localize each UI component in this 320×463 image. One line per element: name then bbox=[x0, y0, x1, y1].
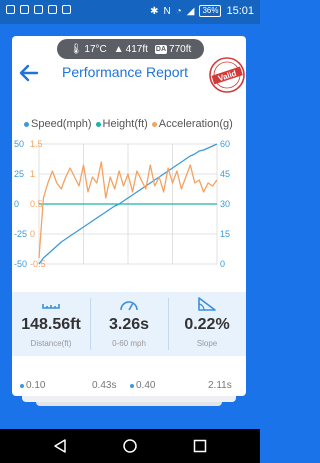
legend-acceleration: Acceleration(g) bbox=[151, 118, 233, 130]
split-value: 0.40 bbox=[136, 380, 156, 390]
distance-icon bbox=[42, 304, 60, 309]
chart-legend: Speed(mph) Height(ft) Acceleration(g) bbox=[24, 118, 237, 130]
speed-dot-icon bbox=[24, 121, 29, 127]
battery-indicator: 36% bbox=[199, 5, 222, 17]
stat-slope-label: Slope bbox=[196, 339, 218, 348]
signal-icon: ◢ bbox=[186, 5, 195, 17]
legend-acceleration-label: Acceleration(g) bbox=[158, 118, 233, 130]
height-dot-icon bbox=[95, 121, 101, 127]
back-arrow-icon[interactable] bbox=[18, 62, 40, 84]
split-dot-icon bbox=[130, 383, 134, 388]
left-secondary-tick-label: -0.5 bbox=[30, 259, 46, 269]
thermometer-icon: 🌡 bbox=[69, 43, 83, 55]
stat-zero-to-sixty: 3.26s 0-60 mph bbox=[90, 292, 168, 356]
left-tick-label: -50 bbox=[14, 259, 27, 269]
left-tick-label: 0 bbox=[14, 199, 19, 209]
valid-seal-icon: Valid bbox=[209, 57, 245, 93]
page-title: Performance Report bbox=[62, 64, 189, 80]
image-icon bbox=[20, 5, 29, 14]
split-times-row: 0.10 0.43s 0.40 2.11s bbox=[12, 356, 246, 390]
right-tick-label: 15 bbox=[220, 229, 230, 239]
temperature-value: 17°C bbox=[84, 43, 107, 55]
stat-distance: 148.56ft Distance(ft) bbox=[12, 292, 90, 356]
speedometer-icon bbox=[120, 301, 138, 311]
split-item: 0.40 bbox=[130, 380, 155, 390]
density-altitude-tag: DA bbox=[154, 44, 168, 54]
split-item: 2.11s bbox=[208, 380, 232, 390]
stat-slope-value: 0.22% bbox=[184, 316, 230, 333]
mountain-icon: ▲ bbox=[113, 43, 124, 55]
split-value: 2.11s bbox=[208, 380, 232, 390]
app-notification-icon bbox=[34, 5, 43, 14]
split-item: 0.10 bbox=[20, 380, 45, 390]
stat-zero-to-sixty-value: 3.26s bbox=[108, 316, 150, 333]
seal-text: Valid bbox=[217, 69, 238, 83]
right-tick-label: 45 bbox=[220, 169, 230, 179]
stat-slope: 0.22% Slope bbox=[168, 292, 246, 356]
temperature-item: 🌡 17°C bbox=[70, 44, 107, 55]
left-secondary-tick-label: 1.5 bbox=[30, 140, 43, 149]
slope-icon bbox=[198, 297, 216, 311]
legend-height: Height(ft) bbox=[95, 118, 148, 130]
altitude-value: 417ft bbox=[125, 43, 148, 55]
home-nav-icon[interactable] bbox=[122, 438, 138, 454]
back-nav-icon[interactable] bbox=[52, 438, 68, 454]
split-value: 0.10 bbox=[26, 380, 46, 390]
nfc-icon: N bbox=[163, 5, 171, 17]
bluetooth-icon: ✱ bbox=[150, 5, 159, 17]
split-item: 0.43s bbox=[92, 380, 116, 390]
stat-zero-to-sixty-label: 0-60 mph bbox=[112, 339, 146, 348]
split-dot-icon bbox=[20, 383, 24, 388]
wifi-icon: ◔ bbox=[175, 5, 182, 17]
notification-icon bbox=[6, 5, 15, 14]
left-tick-label: 25 bbox=[14, 169, 24, 179]
legend-height-label: Height(ft) bbox=[102, 118, 148, 130]
clock: 15:01 bbox=[226, 5, 254, 17]
stat-distance-label: Distance(ft) bbox=[30, 339, 72, 348]
conditions-pill: 🌡 17°C ▲ 417ft DA 770ft bbox=[57, 39, 204, 59]
left-secondary-tick-label: 0 bbox=[30, 229, 35, 239]
recents-nav-icon[interactable] bbox=[192, 438, 208, 454]
density-altitude-item: DA 770ft bbox=[154, 43, 192, 55]
left-secondary-tick-label: 1 bbox=[30, 169, 35, 179]
right-tick-label: 30 bbox=[220, 199, 230, 209]
stat-distance-value: 148.56ft bbox=[21, 316, 81, 333]
split-value: 0.43s bbox=[92, 380, 117, 390]
navigation-bar bbox=[0, 429, 260, 463]
right-tick-label: 0 bbox=[220, 259, 225, 269]
left-secondary-tick-label: 0.5 bbox=[30, 199, 43, 209]
right-tick-label: 60 bbox=[220, 140, 230, 149]
wrench-icon bbox=[62, 5, 71, 14]
legend-speed: Speed(mph) bbox=[24, 118, 92, 130]
legend-speed-label: Speed(mph) bbox=[31, 118, 92, 130]
calendar-icon bbox=[48, 5, 57, 14]
performance-chart: 50250-25-501.510.50-0.5604530150 bbox=[14, 140, 230, 269]
stats-panel: 148.56ft Distance(ft) 3.26s 0-60 mph 0.2… bbox=[12, 292, 246, 356]
acceleration-dot-icon bbox=[151, 121, 157, 127]
left-tick-label: 50 bbox=[14, 140, 24, 149]
altitude-item: ▲ 417ft bbox=[114, 44, 148, 55]
density-altitude-value: 770ft bbox=[169, 43, 192, 55]
status-bar: ✱ N ◔ ◢ 36% 15:01 bbox=[0, 0, 260, 24]
left-tick-label: -25 bbox=[14, 229, 27, 239]
